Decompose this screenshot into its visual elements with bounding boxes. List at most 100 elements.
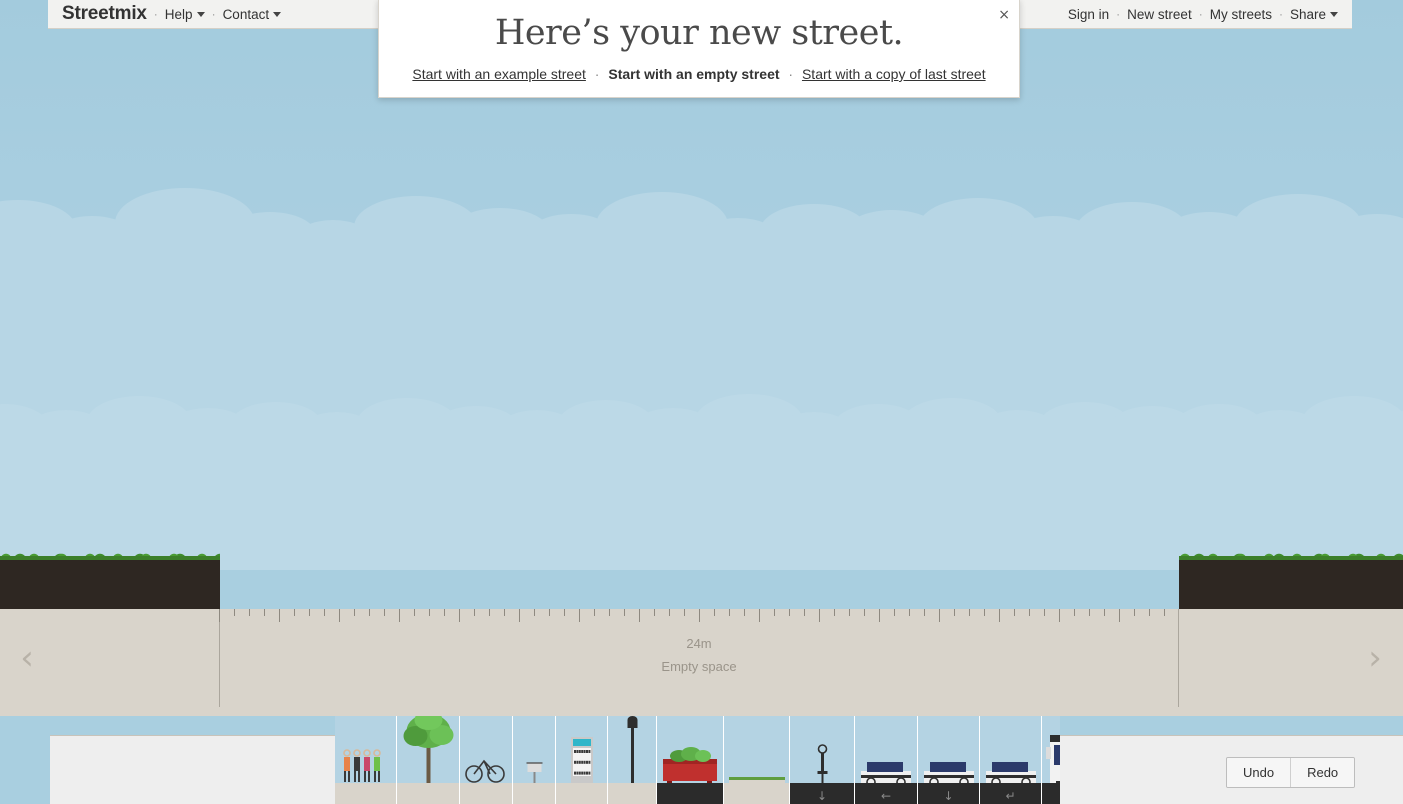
palette-thumbnail-strip[interactable]: ↓←↓↵↓↓↓ — [335, 716, 1060, 804]
start-example-street-link[interactable]: Start with an example street — [412, 66, 586, 82]
header-right-menu: Sign in · New street · My streets · Shar… — [1068, 7, 1338, 22]
ruler-tick — [414, 609, 415, 616]
ruler-tick — [804, 609, 805, 616]
ruler-tick — [819, 609, 820, 622]
turn-lane-icon — [986, 762, 1036, 783]
palette-item-transit-kiosk[interactable] — [556, 716, 608, 804]
menu-item-contact-label: Contact — [222, 6, 270, 22]
ruler-tick — [969, 609, 970, 616]
chevron-right-icon[interactable]: › — [1350, 628, 1400, 688]
palette-item-lamppost[interactable] — [608, 716, 657, 804]
start-empty-street-current[interactable]: Start with an empty street — [608, 66, 779, 82]
palette-item-street-tree[interactable] — [397, 716, 460, 804]
palette-item-bus-lane[interactable]: ↓ — [1042, 716, 1060, 804]
ruler-tick — [999, 609, 1000, 622]
direction-arrow-icon: ↵ — [1005, 789, 1016, 803]
ruler-tick — [1149, 609, 1150, 616]
palette-item-ground — [513, 783, 555, 804]
palette-item-parklet-bench[interactable] — [657, 716, 724, 804]
wayfinding-sign-icon — [526, 762, 543, 783]
ruler-tick — [984, 609, 985, 616]
ruler-tick — [1074, 609, 1075, 616]
ruler-tick — [639, 609, 640, 622]
street-tree-icon — [403, 716, 454, 783]
ruler-tick — [894, 609, 895, 616]
palette-item-ground — [608, 783, 656, 804]
ruler-tick — [939, 609, 940, 622]
undo-button[interactable]: Undo — [1227, 758, 1291, 787]
ruler-tick — [444, 609, 445, 616]
ruler-tick — [774, 609, 775, 616]
ruler-tick — [609, 609, 610, 616]
palette-item-ground — [724, 783, 789, 804]
ruler-tick — [324, 609, 325, 616]
palette-item-divider-median[interactable] — [724, 716, 790, 804]
modal-title: Here’s your new street. — [494, 13, 904, 53]
divider-median-icon — [729, 777, 785, 783]
pedestrians-icon — [343, 749, 381, 782]
redo-button[interactable]: Redo — [1290, 758, 1355, 787]
ruler-tick — [279, 609, 280, 622]
brand-logo[interactable]: Streetmix — [62, 3, 147, 25]
segment-palette[interactable]: ↓←↓↵↓↓↓ — [50, 716, 1403, 804]
start-copy-last-street-link[interactable]: Start with a copy of last street — [802, 66, 986, 82]
chevron-left-icon[interactable]: ‹ — [2, 628, 52, 688]
palette-item-ground — [556, 783, 607, 804]
palette-item-pedestrians[interactable] — [335, 716, 397, 804]
ruler-tick — [309, 609, 310, 616]
ruler-tick — [684, 609, 685, 616]
palette-item-ground — [657, 783, 723, 804]
palette-item-ground — [335, 783, 396, 804]
menu-item-my-streets[interactable]: My streets — [1210, 7, 1272, 22]
undo-redo-group[interactable]: Undo Redo — [1226, 757, 1356, 788]
palette-item-bicycle-lane[interactable]: ↓ — [790, 716, 855, 804]
ruler-tick — [354, 609, 355, 616]
menu-item-sign-in[interactable]: Sign in — [1068, 7, 1109, 22]
menu-item-share[interactable]: Share — [1290, 7, 1338, 22]
ruler-tick — [834, 609, 835, 616]
welcome-modal: × Here’s your new street. Start with an … — [378, 0, 1020, 98]
ruler-tick — [1119, 609, 1120, 622]
ruler-tick — [534, 609, 535, 616]
transit-kiosk-icon — [571, 737, 593, 783]
palette-item-drive-lane[interactable]: ↓ — [918, 716, 980, 804]
street-segment-empty-space[interactable] — [219, 609, 1179, 707]
street-ruler — [219, 609, 1179, 623]
direction-arrow-icon: ↓ — [1042, 790, 1060, 802]
street-canvas[interactable]: 24m Empty space — [0, 609, 1403, 716]
palette-item-turn-lane[interactable]: ↵ — [980, 716, 1042, 804]
ruler-tick — [699, 609, 700, 622]
header-left-menu: Streetmix · Help · Contact — [62, 3, 282, 25]
chevron-down-icon — [1330, 12, 1338, 18]
direction-arrow-icon: ↓ — [943, 789, 954, 803]
ruler-tick — [429, 609, 430, 616]
bike-parking-icon — [465, 759, 505, 783]
ruler-tick — [624, 609, 625, 616]
palette-item-wayfinding-sign[interactable] — [513, 716, 556, 804]
menu-item-new-street[interactable]: New street — [1127, 7, 1192, 22]
ruler-tick — [1014, 609, 1015, 616]
ruler-tick — [594, 609, 595, 616]
ruler-tick — [1134, 609, 1135, 616]
ruler-tick — [579, 609, 580, 622]
ruler-tick — [384, 609, 385, 616]
ruler-tick — [654, 609, 655, 616]
menu-separator: · — [211, 7, 216, 21]
ruler-tick — [339, 609, 340, 622]
ruler-tick — [474, 609, 475, 616]
ruler-tick — [564, 609, 565, 616]
close-icon[interactable]: × — [998, 8, 1010, 22]
menu-item-contact[interactable]: Contact — [223, 7, 282, 22]
drive-lane-icon — [924, 762, 974, 783]
palette-item-bike-parking[interactable] — [460, 716, 513, 804]
ruler-tick — [249, 609, 250, 616]
segment-width-label: 24m — [686, 636, 712, 651]
action-separator: · — [594, 66, 600, 82]
ruler-tick — [1164, 609, 1165, 616]
menu-item-help[interactable]: Help — [165, 7, 205, 22]
palette-item-parking-lane[interactable]: ← — [855, 716, 918, 804]
ruler-tick — [864, 609, 865, 616]
bicycle-lane-icon — [817, 744, 828, 783]
segment-name-label: Empty space — [661, 659, 737, 674]
parking-lane-icon — [861, 762, 911, 783]
